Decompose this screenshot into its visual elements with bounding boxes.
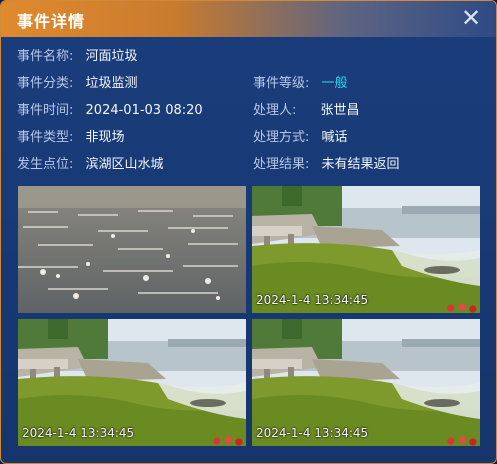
category-value: 垃圾监测 — [85, 76, 138, 91]
debris-marker — [210, 436, 244, 446]
type-value: 非现场 — [85, 130, 125, 145]
dialog-title: 事件详情 — [17, 12, 86, 31]
field-result: 处理结果: 未有结果返回 — [253, 153, 400, 175]
time-value: 2024-01-03 08:20 — [85, 103, 203, 118]
debris-marker — [444, 436, 478, 446]
field-time: 事件时间: 2024-01-03 08:20 — [17, 99, 203, 121]
event-detail-dialog: 事件详情 ✕ 事件名称: 河面垃圾 事件分类: 垃圾监测 事件等级: 一般 事件… — [0, 0, 497, 464]
location-label: 发生点位: — [17, 157, 74, 172]
photo-timestamp: 2024-1-4 13:34:45 — [22, 426, 135, 440]
method-value: 喊话 — [321, 130, 348, 145]
field-location: 发生点位: 滨湖区山水城 — [17, 153, 164, 175]
dialog-header: 事件详情 ✕ — [1, 1, 496, 37]
photo-shoreline-1[interactable]: 2024-1-4 13:34:45 — [252, 186, 480, 313]
method-label: 处理方式: — [253, 130, 310, 145]
time-label: 事件时间: — [17, 103, 74, 118]
photo-shoreline-3[interactable]: 2024-1-4 13:34:45 — [252, 319, 480, 446]
result-value: 未有结果返回 — [321, 157, 400, 172]
field-handler: 处理人: 张世昌 — [253, 99, 360, 121]
handler-value: 张世昌 — [320, 103, 360, 118]
handler-label: 处理人: — [253, 103, 297, 118]
category-label: 事件分类: — [17, 76, 74, 91]
field-name: 事件名称: 河面垃圾 — [17, 45, 138, 67]
close-icon[interactable]: ✕ — [460, 6, 482, 30]
field-method: 处理方式: 喊话 — [253, 126, 348, 148]
field-level: 事件等级: 一般 — [253, 72, 348, 94]
location-value: 滨湖区山水城 — [85, 157, 164, 172]
photo-timestamp: 2024-1-4 13:34:45 — [256, 293, 369, 307]
type-label: 事件类型: — [17, 130, 74, 145]
field-category: 事件分类: 垃圾监测 — [17, 72, 138, 94]
debris-marker — [444, 303, 478, 313]
field-type: 事件类型: 非现场 — [17, 126, 125, 148]
photo-river-surface[interactable] — [18, 186, 246, 313]
name-label: 事件名称: — [17, 49, 74, 64]
level-value: 一般 — [321, 76, 348, 91]
photo-timestamp: 2024-1-4 13:34:45 — [256, 426, 369, 440]
level-label: 事件等级: — [253, 76, 310, 91]
result-label: 处理结果: — [253, 157, 310, 172]
name-value: 河面垃圾 — [85, 49, 138, 64]
photo-shoreline-2[interactable]: 2024-1-4 13:34:45 — [18, 319, 246, 446]
